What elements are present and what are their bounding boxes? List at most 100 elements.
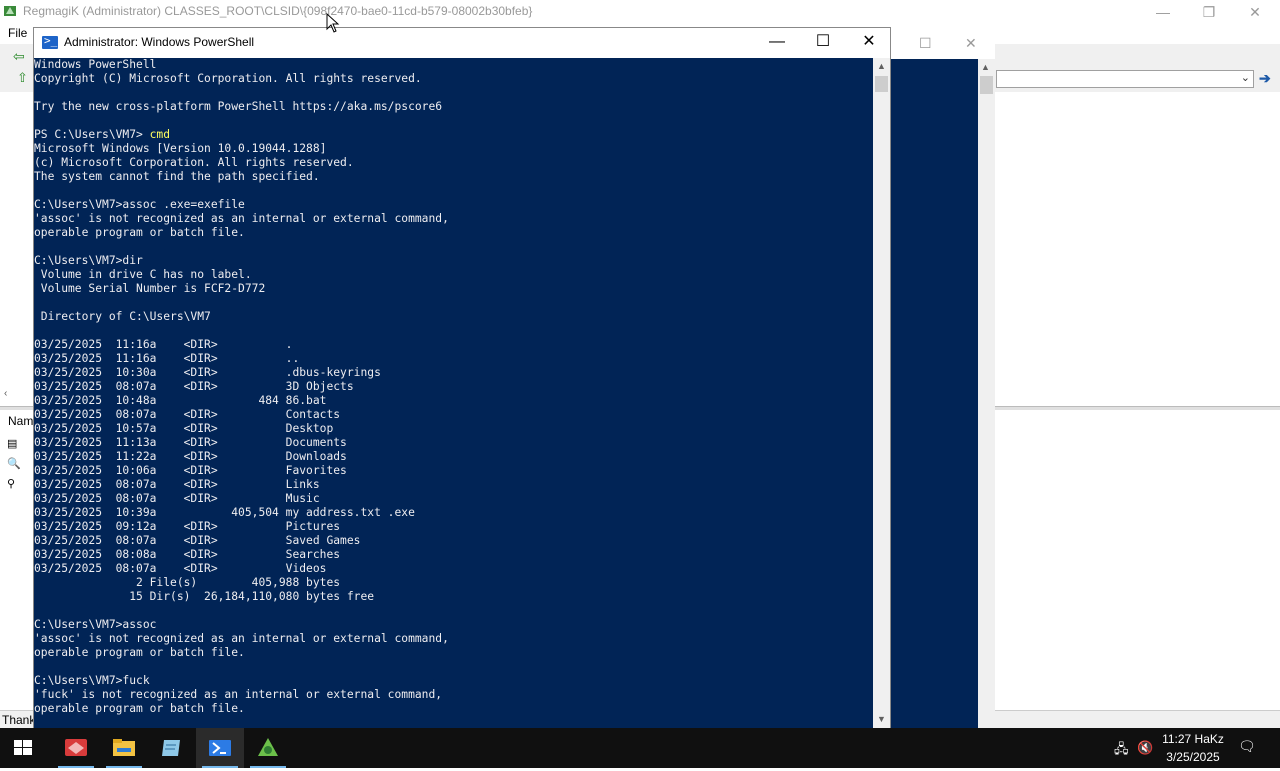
background-close-button[interactable]: ✕ xyxy=(1232,2,1278,22)
minimize-button[interactable]: — xyxy=(754,28,800,58)
background-window-titlebar: RegmagiK (Administrator) CLASSES_ROOT\CL… xyxy=(0,0,1280,24)
console-line: operable program or batch file. xyxy=(34,646,245,659)
console-line: 03/25/2025 11:13a <DIR> Documents xyxy=(34,436,347,449)
back-arrow-icon[interactable]: ⇦ xyxy=(13,48,25,65)
console-line: 03/25/2025 08:08a <DIR> Searches xyxy=(34,548,341,561)
background-minimize-button[interactable]: — xyxy=(1140,2,1186,22)
go-arrow-icon[interactable]: ➔ xyxy=(1259,70,1271,87)
status-text: Thank xyxy=(2,713,36,727)
clock-date: 3/25/2025 xyxy=(1166,750,1220,764)
network-icon[interactable]: 🖧 xyxy=(1114,740,1129,762)
taskbar-app-red[interactable] xyxy=(52,728,100,768)
address-combo[interactable]: ⌄ xyxy=(996,70,1254,88)
console-line: C:\Users\VM7>assoc xyxy=(34,618,157,631)
taskbar: 🖧 🔇 11:27 HaKz 3/25/2025 🗨 xyxy=(0,728,1280,768)
taskbar-powershell[interactable] xyxy=(196,728,244,768)
notification-center-icon[interactable]: 🗨 xyxy=(1238,738,1256,755)
powershell-taskbar-icon xyxy=(209,740,231,756)
scroll-down-icon[interactable]: ▼ xyxy=(877,714,886,724)
taskbar-file-explorer[interactable] xyxy=(100,728,148,768)
second-maximize-icon[interactable]: ☐ xyxy=(919,35,932,52)
console-line: 15 Dir(s) 26,184,110,080 bytes free xyxy=(34,590,375,603)
console-line: 03/25/2025 11:22a <DIR> Downloads xyxy=(34,450,347,463)
console-line: 'assoc' is not recognized as an internal… xyxy=(34,632,449,645)
up-arrow-icon[interactable]: ⇧ xyxy=(17,70,28,86)
second-scroll-up-icon[interactable]: ▲ xyxy=(981,62,990,72)
console-line: C:\Users\VM7>fuck xyxy=(34,674,150,687)
app-red-icon xyxy=(65,739,87,756)
console-line: 03/25/2025 10:06a <DIR> Favorites xyxy=(34,464,347,477)
regmagik-icon xyxy=(258,738,278,756)
background-restore-button[interactable]: ❐ xyxy=(1186,2,1232,22)
console-line: Windows PowerShell xyxy=(34,58,157,71)
scroll-up-icon[interactable]: ▲ xyxy=(877,61,886,71)
console-line: PS C:\Users\VM7> cmd xyxy=(34,128,171,141)
powershell-titlebar[interactable]: >_ Administrator: Windows PowerShell — ☐… xyxy=(34,28,890,58)
windows-start-icon[interactable] xyxy=(0,728,46,768)
powershell-icon: >_ xyxy=(42,34,58,49)
console-line: 03/25/2025 10:30a <DIR> .dbus-keyrings xyxy=(34,366,381,379)
console-line: The system cannot find the path specifie… xyxy=(34,170,320,183)
console-line: Directory of C:\Users\VM7 xyxy=(34,310,211,323)
console-line: Volume in drive C has no label. xyxy=(34,268,252,281)
console-line: 03/25/2025 08:07a <DIR> Videos xyxy=(34,562,327,575)
volume-muted-icon[interactable]: 🔇 xyxy=(1137,740,1153,756)
console-line: operable program or batch file. xyxy=(34,702,245,715)
background-window-title: RegmagiK (Administrator) CLASSES_ROOT\CL… xyxy=(23,4,533,18)
console-line: 03/25/2025 10:39a 405,504 my address.txt… xyxy=(34,506,415,519)
console-line: 'assoc' is not recognized as an internal… xyxy=(34,212,449,225)
registry-tree-panel[interactable] xyxy=(0,92,35,408)
console-line: operable program or batch file. xyxy=(34,226,245,239)
console-line: 'fuck' is not recognized as an internal … xyxy=(34,688,443,701)
scroll-thumb[interactable] xyxy=(875,76,888,92)
close-button[interactable]: ✕ xyxy=(846,28,890,58)
console-line: 03/25/2025 11:16a <DIR> .. xyxy=(34,352,300,365)
console-output[interactable]: Windows PowerShell Copyright (C) Microsof… xyxy=(34,58,873,728)
console-scrollbar[interactable]: ▲ ▼ xyxy=(873,58,890,728)
notepad-icon xyxy=(162,740,180,756)
console-line: 03/25/2025 08:07a <DIR> Music xyxy=(34,492,320,505)
powershell-window: >_ Administrator: Windows PowerShell — ☐… xyxy=(33,27,891,729)
second-scrollbar[interactable] xyxy=(978,59,995,749)
console-line: 2 File(s) 405,988 bytes xyxy=(34,576,341,589)
powershell-title: Administrator: Windows PowerShell xyxy=(64,35,255,49)
scroll-left-arrow-icon[interactable]: ‹ xyxy=(4,388,7,399)
console-line: 03/25/2025 10:48a 484 86.bat xyxy=(34,394,327,407)
maximize-button[interactable]: ☐ xyxy=(800,28,846,58)
console-line: C:\Users\VM7>dir xyxy=(34,254,143,267)
console-line: 03/25/2025 11:16a <DIR> . xyxy=(34,338,293,351)
taskbar-notepad[interactable] xyxy=(148,728,196,768)
console-lines: Windows PowerShell Copyright (C) Microsof… xyxy=(34,58,873,716)
values-column-header[interactable]: Nam xyxy=(8,414,33,428)
second-scroll-thumb[interactable] xyxy=(980,76,993,94)
file-explorer-icon xyxy=(113,739,135,756)
second-close-icon[interactable]: ✕ xyxy=(965,35,977,52)
ps-command: cmd xyxy=(149,128,171,141)
console-line: Try the new cross-platform PowerShell ht… xyxy=(34,100,443,113)
console-line: C:\Users\VM7>assoc .exe=exefile xyxy=(34,198,245,211)
console-line: 03/25/2025 08:07a <DIR> Saved Games xyxy=(34,534,361,547)
console-line: 03/25/2025 08:07a <DIR> Links xyxy=(34,478,320,491)
taskbar-clock[interactable]: 11:27 HaKz 3/25/2025 xyxy=(1158,730,1228,766)
menu-file[interactable]: File xyxy=(8,26,27,40)
console-line: 03/25/2025 09:12a <DIR> Pictures xyxy=(34,520,341,533)
values-row-icon: ▤ xyxy=(7,438,18,450)
console-line: 03/25/2025 08:07a <DIR> 3D Objects xyxy=(34,380,354,393)
console-line: (c) Microsoft Corporation. All rights re… xyxy=(34,156,354,169)
second-window-titlebar: ☐ ✕ xyxy=(890,29,995,59)
search-icon: 🔍 xyxy=(7,458,21,470)
console-line: Microsoft Windows [Version 10.0.19044.12… xyxy=(34,142,327,155)
console-line: 03/25/2025 08:07a <DIR> Contacts xyxy=(34,408,341,421)
regmagik-app-icon xyxy=(4,6,16,16)
chevron-down-icon[interactable]: ⌄ xyxy=(1241,71,1250,84)
taskbar-regmagik[interactable] xyxy=(244,728,292,768)
second-console-area xyxy=(890,59,978,729)
